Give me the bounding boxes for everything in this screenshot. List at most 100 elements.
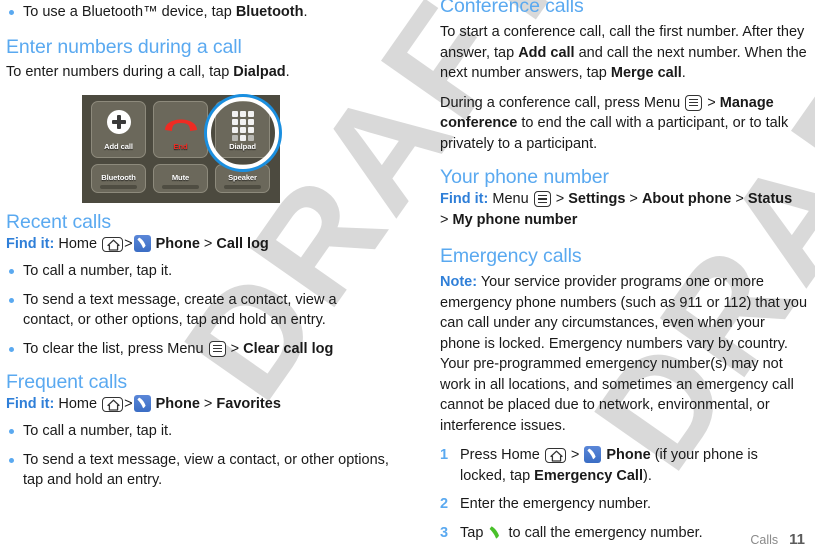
find-it-gt-2: > xyxy=(203,396,213,412)
step-number: 3 xyxy=(440,524,449,541)
menu-icon xyxy=(533,191,551,207)
add-call-key[interactable]: Add call xyxy=(91,101,146,158)
dialpad-key[interactable]: Dialpad xyxy=(215,101,270,158)
heading-frequent-calls: Frequent calls xyxy=(6,371,128,393)
menu-icon xyxy=(685,94,703,111)
home-icon xyxy=(544,448,566,463)
list-item: 1 Press Home > Phone (if your phone is lo… xyxy=(440,445,807,486)
find-it-status: Status xyxy=(747,191,793,207)
enter-numbers-bold: Dialpad xyxy=(233,63,286,80)
page-footer: Calls 11 xyxy=(750,531,805,548)
find-it-label: Find it: xyxy=(6,236,55,252)
find-it-gt-2: > xyxy=(625,191,642,207)
step-2-a: Enter the emergency number. xyxy=(460,496,652,512)
left-column: To use a Bluetooth™ device, tap Bluetoot… xyxy=(0,0,400,499)
phone-app-icon xyxy=(133,395,151,412)
conf-p1-e: . xyxy=(681,65,686,81)
heading-conference-calls: Conference calls xyxy=(440,0,584,17)
heading-recent-calls: Recent calls xyxy=(6,211,112,233)
dialpad-grid-icon xyxy=(231,111,254,141)
mute-key[interactable]: Mute xyxy=(153,164,208,193)
heading-emergency-calls: Emergency calls xyxy=(440,245,582,267)
footer-chapter: Calls xyxy=(750,533,779,547)
speaker-key-label: Speaker xyxy=(228,173,257,182)
dialpad-key-label: Dialpad xyxy=(229,142,256,151)
find-it-label: Find it: xyxy=(440,191,489,207)
bluetooth-key[interactable]: Bluetooth xyxy=(91,164,146,193)
list-item: To send a text message, view a contact, … xyxy=(6,450,390,491)
list-item: To call a number, tap it. xyxy=(6,261,390,282)
find-it-phone-label: Phone xyxy=(155,396,200,412)
step-3-a: Tap xyxy=(460,524,488,541)
bluetooth-key-bar xyxy=(100,185,137,189)
frequent-bullet-1: To call a number, tap it. xyxy=(23,423,173,439)
note-label: Note: xyxy=(440,274,478,290)
mute-key-label: Mute xyxy=(171,173,190,182)
bluetooth-bullet-list: To use a Bluetooth™ device, tap Bluetoot… xyxy=(6,2,390,23)
frequent-bullet-2: To send a text message, view a contact, … xyxy=(23,451,389,489)
bluetooth-bullet-pre: To use a Bluetooth™ device, tap xyxy=(23,4,236,20)
find-it-settings: Settings xyxy=(568,191,626,207)
bluetooth-key-label: Bluetooth xyxy=(101,173,136,182)
home-icon xyxy=(102,237,124,252)
phone-app-icon xyxy=(584,446,602,463)
recent-bullet-2: To send a text message, create a contact… xyxy=(23,291,337,329)
list-item: To send a text message, create a contact… xyxy=(6,290,390,331)
step-1-gt: > xyxy=(566,447,584,463)
conf-p1-add-call: Add call xyxy=(518,44,575,61)
end-call-handset-icon xyxy=(164,119,197,131)
find-it-about-phone: About phone xyxy=(641,191,732,207)
bluetooth-bullet-post: . xyxy=(303,4,308,20)
end-call-key[interactable]: End xyxy=(153,101,208,158)
recent-bullet-3-pre: To clear the list, press Menu xyxy=(23,340,208,357)
conference-calls-paragraph-2: During a conference call, press Menu > M… xyxy=(440,93,807,155)
recent-calls-bullets: To call a number, tap it. To send a text… xyxy=(6,261,390,359)
find-it-phone-label: Phone xyxy=(155,236,200,252)
emergency-calls-note: Note: Your service provider programs one… xyxy=(440,272,807,436)
conf-p2-a: During a conference call, press Menu xyxy=(440,94,685,111)
find-it-frequent-calls: Find it: Home > Phone > Favorites xyxy=(6,394,390,415)
end-call-key-label: End xyxy=(173,142,188,151)
find-it-gt-1: > xyxy=(124,396,133,412)
step-1-emergency-call: Emergency Call xyxy=(534,467,643,484)
recent-bullet-3-bold: Clear call log xyxy=(243,340,334,357)
find-it-your-phone-number: Find it: Menu > Settings > About phone >… xyxy=(440,189,807,231)
list-item: 2 Enter the emergency number. xyxy=(440,494,807,515)
plus-icon xyxy=(106,110,131,134)
speaker-key[interactable]: Speaker xyxy=(215,164,270,193)
find-it-my-phone-number: My phone number xyxy=(452,212,578,228)
find-it-home-text: Home xyxy=(58,396,98,412)
enter-numbers-pre: To enter numbers during a call, tap xyxy=(6,63,234,80)
find-it-target-call-log: Call log xyxy=(216,236,269,252)
note-body: Your service provider programs one or mo… xyxy=(440,274,808,434)
footer-page-number: 11 xyxy=(789,531,805,548)
conference-calls-paragraph-1: To start a conference call, call the fir… xyxy=(440,22,807,84)
list-item: To use a Bluetooth™ device, tap Bluetoot… xyxy=(6,2,390,23)
manual-page: DRAFT DRAFT To use a Bluetooth™ device, … xyxy=(0,0,815,556)
recent-bullet-3-mid: > xyxy=(226,340,244,357)
speaker-key-bar xyxy=(224,185,261,189)
find-it-gt-1: > xyxy=(124,236,133,252)
find-it-target-favorites: Favorites xyxy=(216,396,281,412)
enter-numbers-post: . xyxy=(285,63,290,80)
step-number: 1 xyxy=(440,447,449,463)
enter-numbers-body: To enter numbers during a call, tap Dial… xyxy=(6,62,390,83)
conf-p2-b: > xyxy=(703,94,720,111)
find-it-gt-2: > xyxy=(203,236,213,252)
mute-key-bar xyxy=(162,185,199,189)
heading-enter-numbers: Enter numbers during a call xyxy=(6,35,242,58)
in-call-options-screenshot: Add call End Dialpad Bluetooth Mute Spea… xyxy=(82,95,280,203)
conf-p1-merge-call: Merge call xyxy=(610,65,682,81)
right-column: Conference calls To start a conference c… xyxy=(440,0,815,555)
step-1-phone-label: Phone xyxy=(606,447,651,463)
list-item: To call a number, tap it. xyxy=(6,421,390,442)
step-3-b: to call the emergency number. xyxy=(504,524,703,541)
bluetooth-bullet-bold: Bluetooth xyxy=(235,4,304,20)
find-it-gt-4: > xyxy=(440,212,453,228)
find-it-recent-calls: Find it: Home > Phone > Call log xyxy=(6,234,390,255)
recent-bullet-1: To call a number, tap it. xyxy=(23,263,173,279)
find-it-gt-3: > xyxy=(731,191,748,207)
in-call-key-grid: Add call End Dialpad Bluetooth Mute Spea… xyxy=(91,97,279,197)
phone-app-icon xyxy=(133,235,151,252)
find-it-menu-text: Menu xyxy=(492,191,529,207)
